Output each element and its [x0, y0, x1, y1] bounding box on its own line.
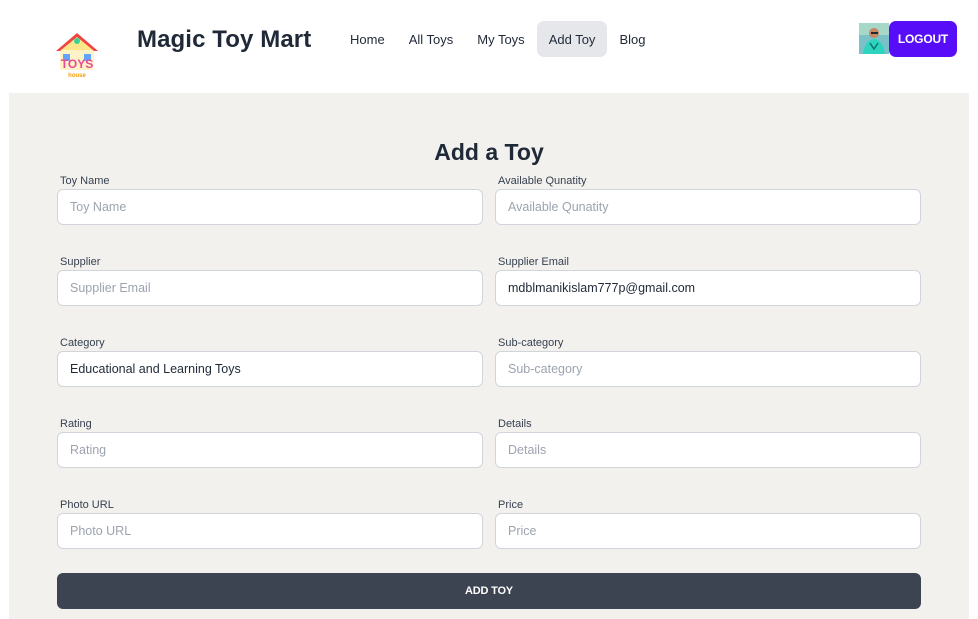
photo-url-input[interactable] [57, 513, 483, 549]
available-quantity-label: Available Qunatity [498, 175, 587, 187]
nav-item-add-toy[interactable]: Add Toy [536, 21, 608, 57]
toy-name-input[interactable] [57, 189, 483, 225]
add-toy-section: Add a Toy Toy Name Available Qunatity Su… [9, 93, 969, 619]
add-toy-button[interactable]: ADD TOY [57, 573, 921, 609]
rating-input[interactable] [57, 432, 483, 468]
sub-category-label: Sub-category [498, 337, 564, 349]
logout-button[interactable]: LOGOUT [889, 21, 957, 57]
logo-subtext: house [68, 73, 86, 79]
available-quantity-input[interactable] [495, 189, 921, 225]
supplier-email-input[interactable] [495, 270, 921, 306]
price-label: Price [498, 499, 524, 511]
logo-text: TOYS [61, 57, 93, 71]
site-header: TOYS house Magic Toy Mart Home All Toys … [0, 0, 978, 93]
nav-item-all-toys[interactable]: All Toys [397, 21, 466, 57]
supplier-email-label: Supplier Email [498, 256, 569, 268]
price-input[interactable] [495, 513, 921, 549]
brand-title[interactable]: Magic Toy Mart [137, 26, 311, 54]
toys-house-logo[interactable]: TOYS house [54, 31, 100, 79]
rating-label: Rating [60, 418, 92, 430]
nav-item-my-toys[interactable]: My Toys [465, 21, 536, 57]
page-title: Add a Toy [434, 139, 544, 165]
main-nav: Home All Toys My Toys Add Toy Blog [338, 21, 657, 57]
nav-item-home[interactable]: Home [338, 21, 397, 57]
sub-category-input[interactable] [495, 351, 921, 387]
details-label: Details [498, 418, 532, 430]
supplier-input[interactable] [57, 270, 483, 306]
category-label: Category [60, 337, 105, 349]
nav-item-blog[interactable]: Blog [607, 21, 657, 57]
photo-url-label: Photo URL [60, 499, 114, 511]
user-avatar[interactable] [859, 23, 889, 54]
supplier-label: Supplier [60, 256, 101, 268]
toy-name-label: Toy Name [60, 175, 110, 187]
category-input[interactable] [57, 351, 483, 387]
details-input[interactable] [495, 432, 921, 468]
